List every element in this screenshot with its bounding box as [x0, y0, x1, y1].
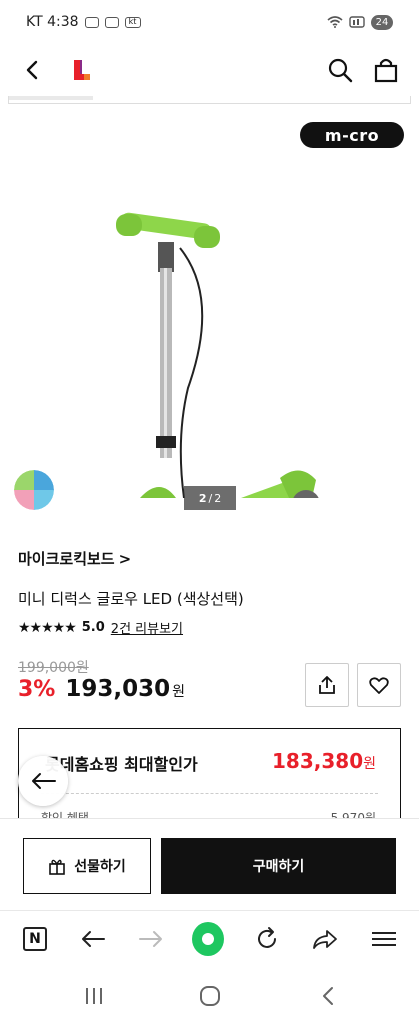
max-discount-unit: 원	[363, 756, 376, 772]
green-dot-icon	[192, 922, 224, 956]
signal-icon	[349, 16, 365, 28]
arrow-left-icon	[32, 773, 56, 789]
price-unit: 원	[172, 684, 186, 700]
max-discount-label: 롯데홈쇼핑 최대할인가	[45, 755, 198, 774]
floating-back-button[interactable]	[18, 756, 68, 806]
lotte-logo[interactable]	[70, 58, 94, 82]
chevron-left-icon	[26, 60, 38, 80]
wifi-icon	[327, 16, 343, 28]
product-image-gallery[interactable]: m-cro 2 / 2	[0, 108, 419, 526]
kt-notification-icon: kt	[124, 16, 141, 28]
image-counter-current: 2	[198, 491, 207, 505]
chevron-right-icon: >	[118, 549, 132, 568]
rating-score: 5.0	[81, 620, 105, 635]
shopping-bag-icon	[374, 58, 398, 83]
color-option-swatch[interactable]	[14, 470, 54, 510]
reviews-link[interactable]: 2건 리뷰보기	[111, 618, 183, 637]
status-bar: KT 4:38 kt 24	[0, 0, 419, 44]
tab-strip-active	[9, 96, 93, 100]
arrow-left-icon	[82, 931, 105, 947]
gift-label: 선물하기	[74, 859, 126, 875]
talk-notification-icon	[84, 16, 99, 28]
heart-icon	[369, 677, 389, 694]
refresh-button[interactable]	[251, 923, 283, 955]
back-button[interactable]	[18, 56, 46, 84]
share-button[interactable]	[305, 663, 349, 707]
green-dot-button[interactable]	[192, 922, 224, 956]
max-discount-amount: 183,380	[272, 749, 364, 773]
chat-notification-icon	[104, 16, 119, 28]
gift-button[interactable]: 선물하기	[23, 838, 151, 894]
hamburger-menu-icon	[372, 932, 396, 946]
search-icon	[328, 58, 353, 83]
browser-share-button[interactable]	[309, 923, 341, 955]
cart-button[interactable]	[372, 56, 400, 84]
battery-icon: 24	[371, 14, 393, 30]
product-title: 미니 디럭스 글로우 LED (색상선택)	[18, 590, 244, 608]
status-right: 24	[327, 14, 393, 30]
browser-forward-button[interactable]	[135, 923, 167, 955]
carrier-time: KT 4:38	[26, 14, 79, 30]
menu-button[interactable]	[368, 923, 400, 955]
color-swatch-icon	[14, 470, 54, 510]
lotte-l-logo-icon	[74, 60, 90, 80]
brand-link[interactable]: 마이크로킥보드 >	[18, 548, 131, 569]
buy-button[interactable]: 구매하기	[161, 838, 396, 894]
browser-back-button[interactable]	[77, 923, 109, 955]
discount-rate: 3%	[18, 677, 56, 702]
star-rating-icon: ★★★★★	[18, 619, 77, 636]
browser-toolbar: N	[0, 910, 419, 968]
dashed-divider	[41, 793, 378, 794]
scooter-image	[116, 212, 319, 498]
rating-row: ★★★★★ 5.0 2건 리뷰보기	[18, 618, 183, 638]
image-counter-separator: /	[208, 491, 213, 505]
sale-price: 193,030	[65, 676, 171, 702]
tab-strip	[8, 96, 411, 104]
recent-apps-icon	[86, 988, 102, 1004]
forward-share-icon	[313, 930, 337, 949]
price-row: 3% 193,030 원	[18, 676, 185, 702]
status-left: KT 4:38 kt	[26, 14, 141, 30]
home-button[interactable]	[196, 982, 224, 1010]
purchase-bar: 선물하기 구매하기	[0, 818, 419, 908]
max-discount-box[interactable]: 롯데홈쇼핑 최대할인가 183,380원 할인 혜택 -5,970원	[18, 728, 401, 820]
wishlist-button[interactable]	[357, 663, 401, 707]
share-icon	[319, 676, 335, 694]
system-navigation-bar	[0, 968, 419, 1024]
brand-name: 마이크로킥보드	[18, 550, 115, 568]
micro-brand-logo: m-cro	[300, 122, 404, 148]
chevron-left-icon	[323, 987, 333, 1005]
app-header	[0, 44, 419, 96]
image-counter: 2 / 2	[184, 486, 236, 510]
arrow-right-icon	[139, 931, 162, 947]
naver-home-button[interactable]: N	[19, 923, 51, 955]
refresh-icon	[258, 927, 276, 948]
system-back-button[interactable]	[314, 982, 342, 1010]
image-counter-total: 2	[214, 491, 222, 505]
home-circle-icon	[200, 986, 220, 1006]
search-button[interactable]	[326, 56, 354, 84]
gift-icon	[49, 859, 66, 875]
recent-apps-button[interactable]	[80, 982, 108, 1010]
naver-n-icon: N	[23, 927, 47, 951]
max-discount-value: 183,380원	[272, 749, 376, 773]
original-price: 199,000원	[18, 660, 89, 676]
